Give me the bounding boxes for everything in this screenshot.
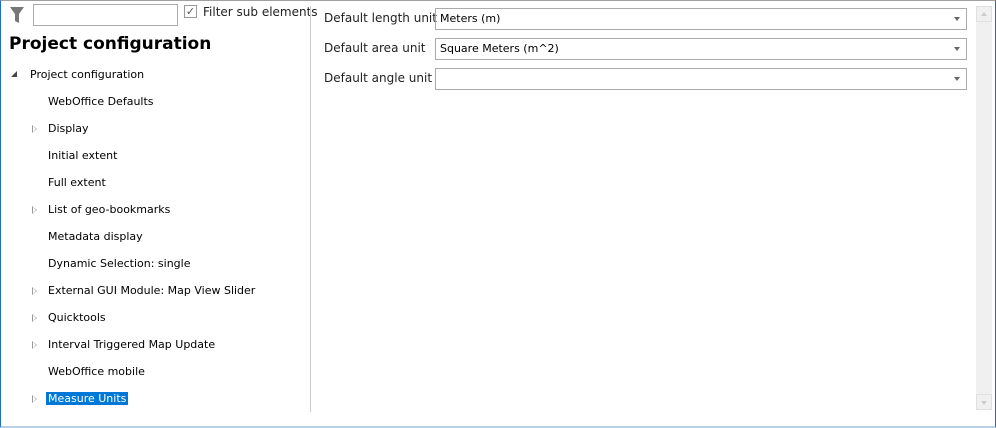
tree-item[interactable]: List of geo-bookmarks — [48, 202, 170, 217]
filter-icon[interactable] — [9, 6, 25, 24]
tree-item-label: Full extent — [48, 176, 106, 189]
dropdown-value: Square Meters (m^2) — [440, 42, 559, 55]
filter-search-input[interactable] — [33, 4, 178, 26]
chevron-down-icon[interactable] — [954, 77, 960, 81]
tree-item[interactable]: Interval Triggered Map Update — [48, 337, 215, 352]
property-dropdown[interactable]: Square Meters (m^2) — [435, 38, 967, 60]
tree-item[interactable]: External GUI Module: Map View Slider — [48, 283, 255, 298]
tree-item-label: Quicktools — [48, 311, 106, 324]
tree-item[interactable]: Metadata display — [48, 229, 143, 244]
panel-title: Project configuration — [9, 34, 212, 54]
tree-item-label: List of geo-bookmarks — [48, 203, 171, 216]
expand-icon[interactable] — [32, 206, 37, 214]
property-label: Default length unit — [324, 11, 437, 25]
expand-icon[interactable] — [32, 314, 37, 322]
expand-icon[interactable] — [32, 125, 37, 133]
tree-item-label: Dynamic Selection: single — [48, 257, 191, 270]
tree-item-label: Display — [48, 122, 89, 135]
vertical-scrollbar[interactable] — [976, 6, 992, 410]
property-dropdown[interactable]: Meters (m) — [435, 8, 967, 30]
tree-item[interactable]: Dynamic Selection: single — [48, 256, 190, 271]
tree-item-label: Interval Triggered Map Update — [48, 338, 216, 351]
collapse-icon[interactable] — [11, 71, 17, 77]
tree-item[interactable]: Initial extent — [48, 148, 117, 163]
panel-divider[interactable] — [310, 6, 311, 412]
tree-item-label: WebOffice mobile — [48, 365, 145, 378]
tree-item[interactable]: Full extent — [48, 175, 106, 190]
property-label: Default angle unit — [324, 71, 433, 85]
tree-item-label: WebOffice Defaults — [48, 95, 154, 108]
tree-item[interactable]: Display — [48, 121, 89, 136]
tree-item-label: Initial extent — [48, 149, 118, 162]
tree-item-label: Measure Units — [46, 392, 129, 405]
tree-root[interactable]: Project configuration — [30, 67, 144, 82]
expand-icon[interactable] — [32, 395, 37, 403]
property-dropdown[interactable] — [435, 68, 967, 90]
property-label: Default area unit — [324, 41, 426, 55]
scroll-up-button[interactable] — [976, 6, 992, 22]
tree-item[interactable]: Quicktools — [48, 310, 106, 325]
tree-item-label: Metadata display — [48, 230, 143, 243]
filter-sub-elements-checkbox[interactable]: ✓ — [184, 5, 197, 18]
chevron-down-icon[interactable] — [954, 17, 960, 21]
filter-sub-elements-label: Filter sub elements — [203, 5, 318, 19]
dropdown-value: Meters (m) — [440, 12, 501, 25]
scroll-down-button[interactable] — [976, 394, 992, 410]
tree-item[interactable]: WebOffice mobile — [48, 364, 145, 379]
expand-icon[interactable] — [32, 287, 37, 295]
expand-icon[interactable] — [32, 341, 37, 349]
tree-item[interactable]: WebOffice Defaults — [48, 94, 154, 109]
tree-item[interactable]: Measure Units — [46, 391, 129, 406]
chevron-down-icon[interactable] — [954, 47, 960, 51]
tree-item-label: External GUI Module: Map View Slider — [48, 284, 256, 297]
